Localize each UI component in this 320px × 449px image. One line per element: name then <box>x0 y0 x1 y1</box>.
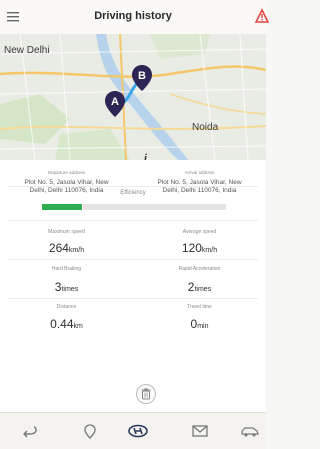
efficiency-fill <box>42 204 82 210</box>
distance-label: Distance <box>56 304 77 310</box>
location-pin-icon[interactable] <box>80 423 100 439</box>
trash-icon <box>141 388 151 400</box>
hard-braking-value: 3times <box>54 280 79 294</box>
marker-b-label: B <box>138 70 146 82</box>
car-side-icon[interactable] <box>240 423 260 439</box>
max-speed-label: Maximum speed <box>48 229 85 235</box>
travel-time-label: Travel time <box>187 304 212 310</box>
max-speed-value: 264km/h <box>48 241 85 255</box>
map-label-new-delhi: New Delhi <box>4 45 50 56</box>
delete-trip-button[interactable] <box>136 384 156 404</box>
bottom-navigation <box>0 412 266 449</box>
hard-braking-label: Hard Braking <box>51 266 82 272</box>
map-label-noida: Noida <box>192 122 219 133</box>
efficiency-bar <box>42 204 226 210</box>
rapid-acceleration-value: 2times <box>187 280 212 294</box>
map-info-icon[interactable]: i <box>144 152 147 160</box>
travel-time-value: 0min <box>190 317 209 331</box>
hyundai-logo-icon[interactable] <box>127 423 149 439</box>
divider <box>8 186 258 187</box>
warning-triangle-icon[interactable] <box>255 8 269 24</box>
avg-speed-value: 120km/h <box>181 241 218 255</box>
back-icon[interactable] <box>20 423 40 439</box>
efficiency-track <box>83 204 226 210</box>
divider <box>8 298 258 299</box>
divider <box>8 259 258 260</box>
avg-speed-label: Average speed <box>182 229 217 235</box>
marker-a-label: A <box>111 96 119 108</box>
mail-icon[interactable] <box>190 423 210 439</box>
route-map[interactable]: New Delhi Noida B A i <box>0 34 266 160</box>
arrival-caption: Arrival address <box>184 170 215 175</box>
efficiency-label: Efficiency <box>120 190 146 196</box>
divider <box>8 220 258 221</box>
rapid-acceleration-label: Rapid Acceleration <box>178 266 221 272</box>
page-title: Driving history <box>94 10 172 22</box>
distance-value: 0.44km <box>50 317 83 331</box>
departure-caption: Departure address <box>47 170 86 175</box>
top-bar: Driving history <box>0 0 269 35</box>
